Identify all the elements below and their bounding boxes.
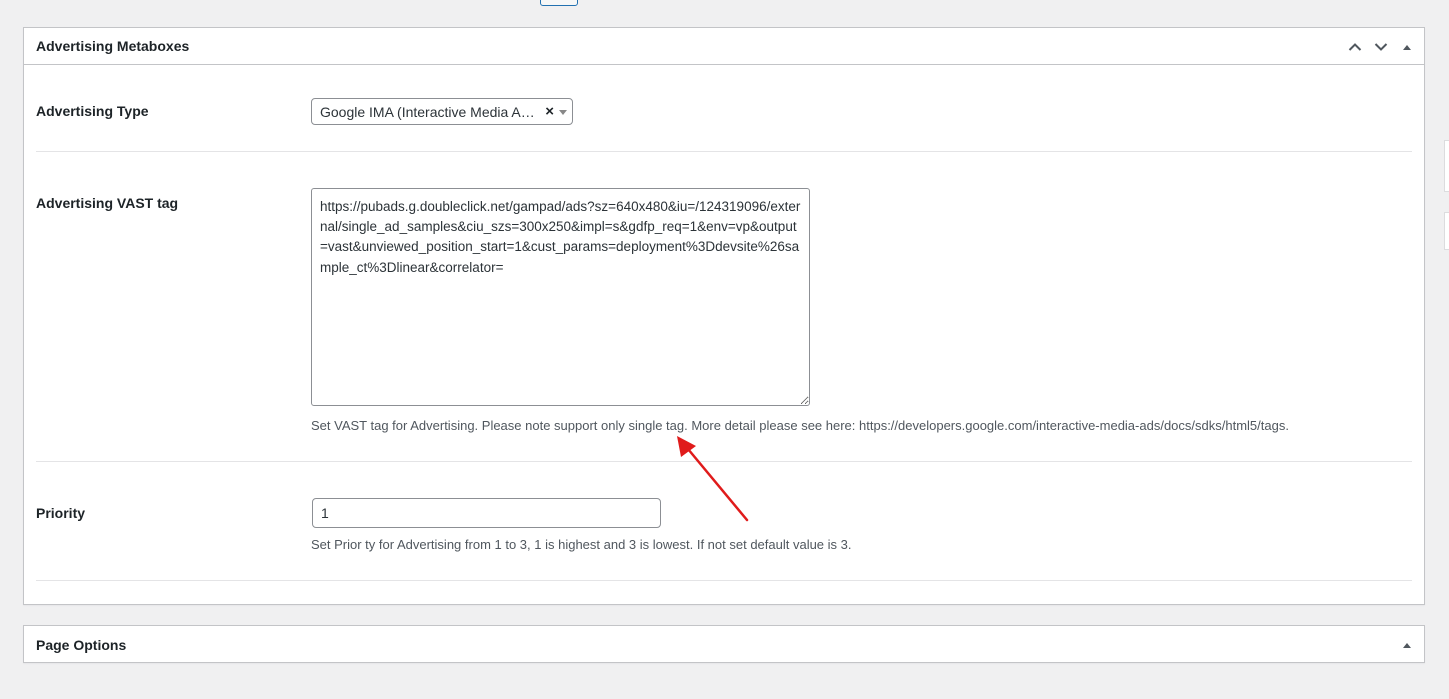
- page-options-metabox: Page Options: [23, 625, 1425, 663]
- move-down-button[interactable]: [1368, 29, 1394, 65]
- metabox-handle-actions: [1342, 28, 1420, 65]
- triangle-up-icon: [1403, 44, 1411, 50]
- priority-input[interactable]: [312, 498, 661, 528]
- page-options-title: Page Options: [36, 636, 127, 653]
- dropdown-arrow-icon[interactable]: [559, 110, 567, 115]
- priority-row: Priority: [36, 462, 1412, 581]
- vast-tag-description: Set VAST tag for Advertising. Please not…: [311, 418, 1289, 433]
- chevron-down-icon: [1374, 42, 1388, 51]
- advertising-type-selected-value: Google IMA (Interactive Media A…: [320, 103, 535, 120]
- priority-label: Priority: [36, 505, 86, 521]
- page-options-handle-actions: [1394, 626, 1420, 663]
- metabox-header[interactable]: Advertising Metaboxes: [24, 28, 1424, 65]
- toggle-panel-button[interactable]: [1394, 29, 1420, 65]
- clipped-side-panel: [1444, 212, 1449, 250]
- vast-tag-textarea[interactable]: [311, 188, 810, 406]
- advertising-type-row: Advertising Type: [36, 65, 1412, 152]
- triangle-up-icon: [1403, 642, 1411, 648]
- clipped-side-panel: [1444, 140, 1449, 192]
- clear-selection-icon[interactable]: ×: [545, 103, 554, 120]
- metabox-title: Advertising Metaboxes: [36, 38, 190, 54]
- vast-tag-label: Advertising VAST tag: [36, 195, 179, 211]
- advertising-type-label: Advertising Type: [36, 103, 149, 119]
- advertising-type-select[interactable]: Google IMA (Interactive Media A… ×: [311, 98, 573, 125]
- page-options-header[interactable]: Page Options: [24, 626, 1424, 663]
- chevron-up-icon: [1348, 42, 1362, 51]
- priority-description: Set Prior ty for Advertising from 1 to 3…: [311, 537, 852, 552]
- clipped-top-button[interactable]: [540, 0, 578, 6]
- move-up-button[interactable]: [1342, 29, 1368, 65]
- toggle-panel-button[interactable]: [1394, 627, 1420, 663]
- advertising-metabox: Advertising Metaboxes Advertising Type G…: [23, 27, 1425, 605]
